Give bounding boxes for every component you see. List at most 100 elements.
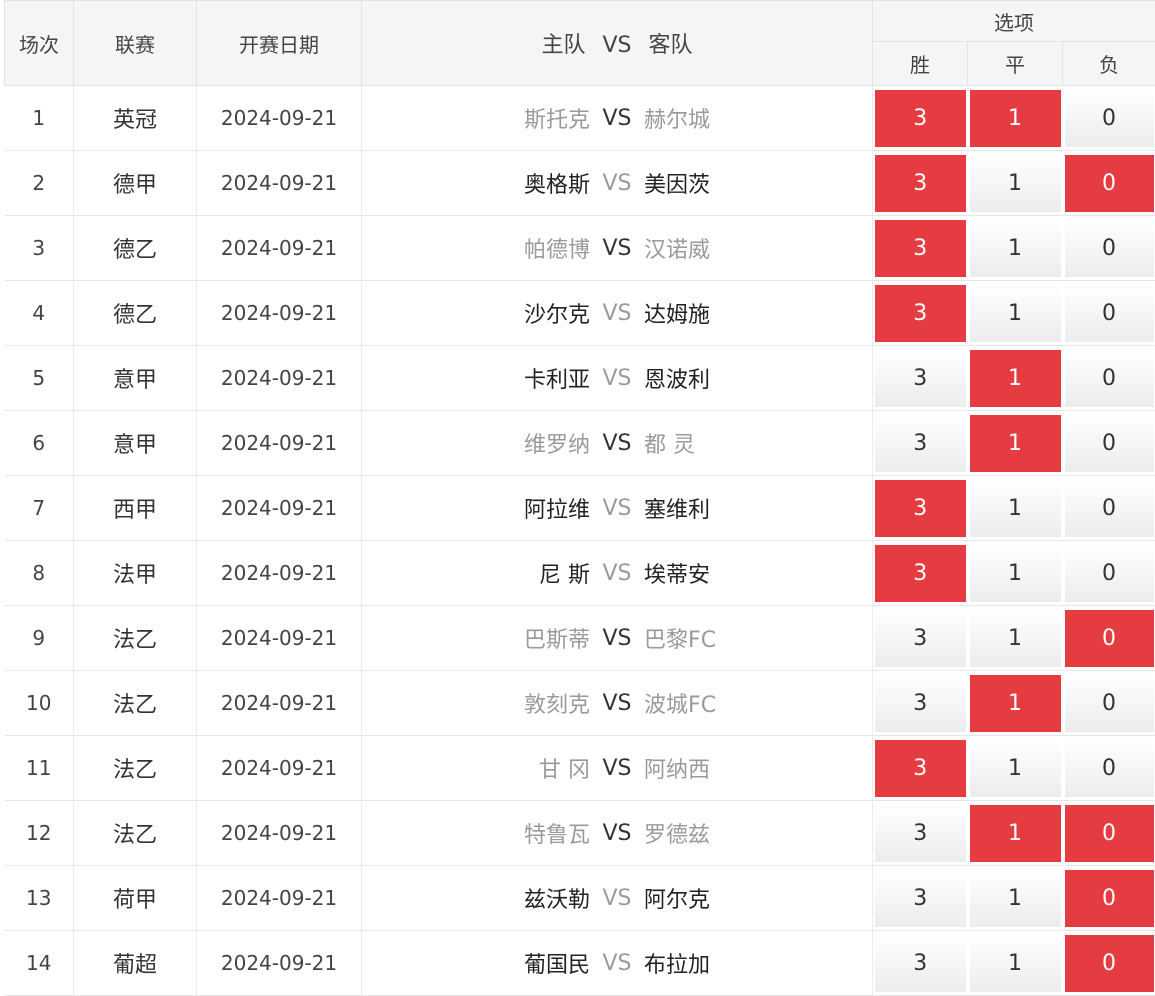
- lose-button[interactable]: 0: [1065, 350, 1154, 407]
- win-button[interactable]: 3: [875, 350, 966, 407]
- lose-option[interactable]: 0: [1063, 346, 1155, 411]
- win-button[interactable]: 3: [875, 285, 966, 342]
- draw-option[interactable]: 1: [968, 606, 1063, 671]
- draw-button[interactable]: 1: [970, 285, 1061, 342]
- draw-option[interactable]: 1: [968, 346, 1063, 411]
- win-option[interactable]: 3: [873, 281, 968, 346]
- lose-option[interactable]: 0: [1063, 606, 1155, 671]
- lose-option[interactable]: 0: [1063, 216, 1155, 281]
- win-option[interactable]: 3: [873, 801, 968, 866]
- draw-button[interactable]: 1: [970, 350, 1061, 407]
- row-date: 2024-09-21: [197, 346, 362, 411]
- win-button[interactable]: 3: [875, 545, 966, 602]
- lose-button[interactable]: 0: [1065, 415, 1154, 472]
- vs-label: VS: [590, 756, 644, 781]
- draw-option[interactable]: 1: [968, 866, 1063, 931]
- lose-button[interactable]: 0: [1065, 480, 1154, 537]
- win-option[interactable]: 3: [873, 931, 968, 996]
- lose-button[interactable]: 0: [1065, 285, 1154, 342]
- away-team: 罗德兹: [644, 817, 872, 849]
- draw-option[interactable]: 1: [968, 541, 1063, 606]
- lose-option[interactable]: 0: [1063, 281, 1155, 346]
- lose-button[interactable]: 0: [1065, 935, 1154, 992]
- lose-option[interactable]: 0: [1063, 411, 1155, 476]
- lose-option[interactable]: 0: [1063, 476, 1155, 541]
- row-no: 13: [5, 866, 74, 931]
- draw-button[interactable]: 1: [970, 90, 1061, 147]
- draw-button[interactable]: 1: [970, 870, 1061, 927]
- vs-label: VS: [590, 431, 644, 456]
- win-button[interactable]: 3: [875, 740, 966, 797]
- win-button[interactable]: 3: [875, 155, 966, 212]
- win-option[interactable]: 3: [873, 606, 968, 671]
- lose-button[interactable]: 0: [1065, 90, 1154, 147]
- win-button[interactable]: 3: [875, 675, 966, 732]
- win-option[interactable]: 3: [873, 866, 968, 931]
- lose-option[interactable]: 0: [1063, 671, 1155, 736]
- lose-option[interactable]: 0: [1063, 86, 1155, 151]
- lose-option[interactable]: 0: [1063, 541, 1155, 606]
- win-option[interactable]: 3: [873, 346, 968, 411]
- draw-button[interactable]: 1: [970, 935, 1061, 992]
- win-button[interactable]: 3: [875, 805, 966, 862]
- lose-option[interactable]: 0: [1063, 931, 1155, 996]
- win-option[interactable]: 3: [873, 736, 968, 801]
- draw-button[interactable]: 1: [970, 545, 1061, 602]
- win-option[interactable]: 3: [873, 151, 968, 216]
- row-date: 2024-09-21: [197, 931, 362, 996]
- draw-option[interactable]: 1: [968, 151, 1063, 216]
- win-button[interactable]: 3: [875, 90, 966, 147]
- header-draw: 平: [968, 42, 1063, 86]
- draw-option[interactable]: 1: [968, 801, 1063, 866]
- row-league: 德乙: [74, 216, 197, 281]
- lose-option[interactable]: 0: [1063, 151, 1155, 216]
- lose-button[interactable]: 0: [1065, 220, 1154, 277]
- win-button[interactable]: 3: [875, 870, 966, 927]
- away-team: 巴黎FC: [644, 622, 872, 654]
- home-team: 巴斯蒂: [362, 622, 590, 654]
- draw-button[interactable]: 1: [970, 220, 1061, 277]
- draw-option[interactable]: 1: [968, 216, 1063, 281]
- table-row: 10法乙2024-09-21敦刻克VS波城FC310: [5, 671, 1155, 736]
- draw-button[interactable]: 1: [970, 480, 1061, 537]
- draw-option[interactable]: 1: [968, 411, 1063, 476]
- win-button[interactable]: 3: [875, 935, 966, 992]
- draw-button[interactable]: 1: [970, 415, 1061, 472]
- lose-button[interactable]: 0: [1065, 675, 1154, 732]
- lose-button[interactable]: 0: [1065, 610, 1154, 667]
- draw-option[interactable]: 1: [968, 671, 1063, 736]
- win-option[interactable]: 3: [873, 86, 968, 151]
- draw-button[interactable]: 1: [970, 155, 1061, 212]
- win-option[interactable]: 3: [873, 411, 968, 476]
- draw-button[interactable]: 1: [970, 675, 1061, 732]
- win-option[interactable]: 3: [873, 476, 968, 541]
- lose-option[interactable]: 0: [1063, 801, 1155, 866]
- lose-button[interactable]: 0: [1065, 545, 1154, 602]
- table-row: 8法甲2024-09-21尼 斯VS埃蒂安310: [5, 541, 1155, 606]
- lose-button[interactable]: 0: [1065, 155, 1154, 212]
- lose-option[interactable]: 0: [1063, 736, 1155, 801]
- lose-option[interactable]: 0: [1063, 866, 1155, 931]
- win-button[interactable]: 3: [875, 220, 966, 277]
- win-button[interactable]: 3: [875, 415, 966, 472]
- away-team: 波城FC: [644, 687, 872, 719]
- draw-option[interactable]: 1: [968, 86, 1063, 151]
- draw-button[interactable]: 1: [970, 805, 1061, 862]
- draw-option[interactable]: 1: [968, 476, 1063, 541]
- draw-option[interactable]: 1: [968, 736, 1063, 801]
- draw-option[interactable]: 1: [968, 931, 1063, 996]
- lose-button[interactable]: 0: [1065, 805, 1154, 862]
- header-teams: 主队 VS 客队: [362, 1, 873, 86]
- draw-option[interactable]: 1: [968, 281, 1063, 346]
- win-option[interactable]: 3: [873, 671, 968, 736]
- lose-button[interactable]: 0: [1065, 870, 1154, 927]
- lose-button[interactable]: 0: [1065, 740, 1154, 797]
- win-button[interactable]: 3: [875, 610, 966, 667]
- win-option[interactable]: 3: [873, 541, 968, 606]
- draw-button[interactable]: 1: [970, 610, 1061, 667]
- table-row: 11法乙2024-09-21甘 冈VS阿纳西310: [5, 736, 1155, 801]
- draw-button[interactable]: 1: [970, 740, 1061, 797]
- win-option[interactable]: 3: [873, 216, 968, 281]
- vs-label: VS: [590, 821, 644, 846]
- win-button[interactable]: 3: [875, 480, 966, 537]
